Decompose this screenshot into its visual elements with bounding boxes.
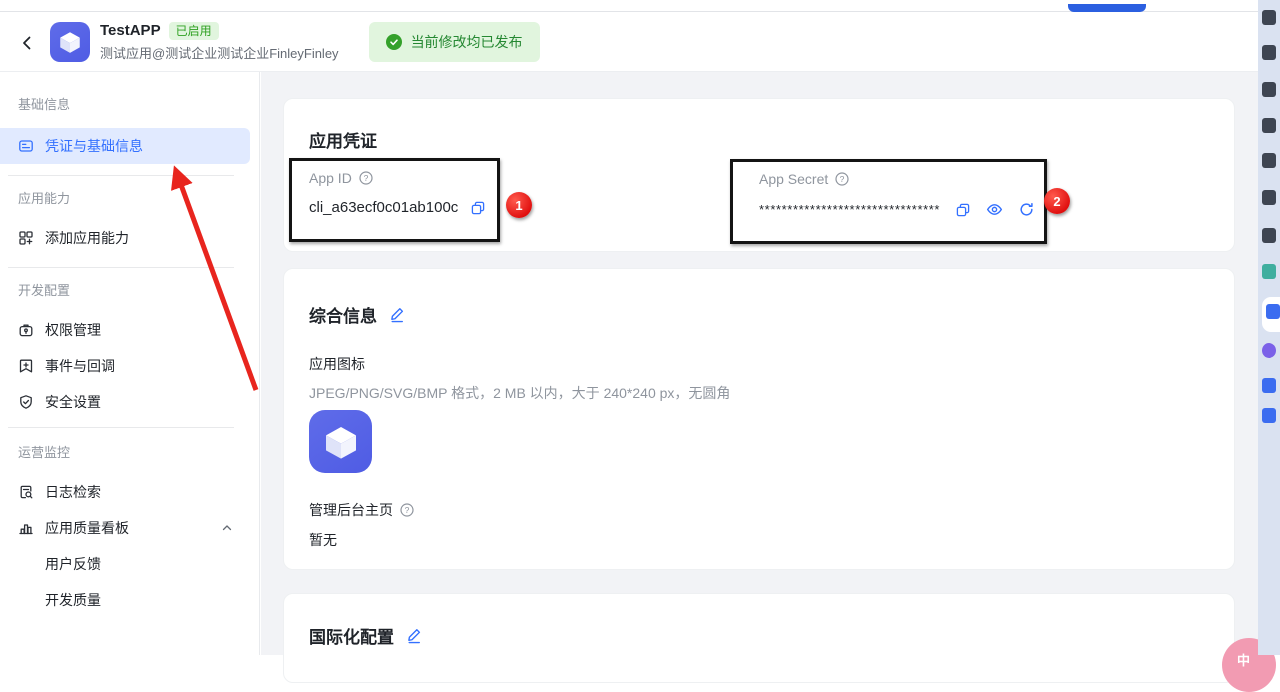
help-circle-icon[interactable]: ? [834,171,850,187]
check-circle-icon [386,34,402,50]
general-card-title: 综合信息 [309,302,377,327]
bar-chart-icon [18,520,34,536]
sidebar-item-permissions[interactable]: 权限管理 [0,312,259,348]
status-badge: 已启用 [169,22,219,40]
app-id-value: cli_a63ecf0c01ab100c [309,199,458,216]
admin-home-label: 管理后台主页 [309,500,393,520]
browser-top-strip [0,0,1280,12]
dock-icon[interactable] [1262,190,1276,205]
dock-icon[interactable] [1262,10,1276,25]
dock-icon[interactable] [1262,82,1276,97]
sidebar-item-label: 用户反馈 [45,554,101,574]
sidebar-item-log-search[interactable]: 日志检索 [0,474,259,510]
admin-home-value: 暂无 [309,530,337,550]
sidebar-group-dev-config: 开发配置 [0,282,259,300]
sidebar-item-label: 开发质量 [45,590,101,610]
dock-icon[interactable] [1262,228,1276,243]
sidebar-item-label: 添加应用能力 [45,228,129,248]
general-info-card: 综合信息 应用图标 JPEG/PNG/SVG/BMP 格式，2 MB 以内，大于… [283,268,1235,570]
app-icon-hint: JPEG/PNG/SVG/BMP 格式，2 MB 以内，大于 240*240 p… [309,383,730,403]
app-icon-label: 应用图标 [309,354,365,374]
app-avatar [50,22,90,62]
sidebar-item-label: 应用质量看板 [45,518,129,538]
dock-icon[interactable] [1262,118,1276,133]
translate-fab-label: 中 [1237,650,1250,669]
copy-icon[interactable] [955,202,971,218]
sidebar-group-ops-monitor: 运营监控 [0,444,259,462]
app-header: TestAPP 已启用 测试应用@测试企业测试企业FinleyFinley 当前… [0,12,1280,72]
partial-primary-button[interactable] [1068,4,1146,12]
apps-add-icon [18,230,34,246]
refresh-icon[interactable] [1018,201,1035,218]
publish-status-banner: 当前修改均已发布 [369,22,540,62]
sidebar-item-label: 安全设置 [45,392,101,412]
sidebar-group-capabilities: 应用能力 [0,190,259,208]
app-secret-block: App Secret ? ***************************… [759,171,1035,218]
app-subtitle: 测试应用@测试企业测试企业FinleyFinley [100,43,339,62]
svg-text:?: ? [405,505,410,515]
credentials-card-title: 应用凭证 [309,127,377,152]
app-title: TestAPP [100,22,161,39]
id-card-icon [18,138,34,154]
dock-icon[interactable] [1262,45,1276,60]
dock-icon[interactable] [1262,264,1276,279]
sidebar-item-events[interactable]: 事件与回调 [0,348,259,384]
sidebar-item-dev-quality[interactable]: 开发质量 [0,582,259,618]
bookmark-plus-icon [18,358,34,374]
dock-icon[interactable] [1262,408,1276,423]
shield-check-icon [18,394,34,410]
app-id-label: App ID [309,170,352,186]
app-secret-value: ******************************** [759,202,940,217]
app-secret-label: App Secret [759,171,828,187]
dock-icon[interactable] [1262,153,1276,168]
right-dock-strip [1258,0,1280,655]
svg-text:?: ? [840,174,845,184]
sidebar-item-credentials[interactable]: 凭证与基础信息 [0,128,250,164]
sidebar-item-label: 日志检索 [45,482,101,502]
lock-box-icon [18,322,34,338]
help-circle-icon[interactable]: ? [358,170,374,186]
sidebar-item-security[interactable]: 安全设置 [0,384,259,420]
dock-icon[interactable] [1262,343,1276,358]
sidebar-item-add-capability[interactable]: 添加应用能力 [0,220,259,256]
eye-icon[interactable] [986,201,1003,218]
app-icon-preview[interactable] [309,410,372,473]
edit-pencil-icon[interactable] [389,306,406,323]
back-chevron-icon [19,34,35,50]
back-button[interactable] [12,27,42,57]
sidebar-divider [8,267,234,268]
sidebar-item-quality-dashboard[interactable]: 应用质量看板 [0,510,259,546]
copy-icon[interactable] [470,200,486,216]
publish-status-text: 当前修改均已发布 [411,32,523,52]
dock-icon[interactable] [1266,304,1280,319]
sidebar-item-label: 凭证与基础信息 [45,136,143,156]
app-id-block: App ID ? cli_a63ecf0c01ab100c [309,170,486,216]
sidebar-item-label: 事件与回调 [45,356,115,376]
annotation-badge-2: 2 [1044,188,1070,214]
chevron-up-icon[interactable] [221,522,233,534]
help-circle-icon[interactable]: ? [399,502,415,518]
sidebar-item-label: 权限管理 [45,320,101,340]
sidebar-item-user-feedback[interactable]: 用户反馈 [0,546,259,582]
sidebar-divider [8,427,234,428]
annotation-badge-1: 1 [506,192,532,218]
sidebar-divider [8,175,234,176]
svg-text:?: ? [363,173,368,183]
cube-icon [321,422,361,462]
dock-icon[interactable] [1262,378,1276,393]
cube-icon [57,29,83,55]
i18n-card-title: 国际化配置 [309,623,394,648]
sidebar-group-basic-info: 基础信息 [0,96,259,114]
sidebar: 基础信息 凭证与基础信息 应用能力 添加应用能力 开发配置 权限管理 事件与回调… [0,72,260,655]
credentials-card: 应用凭证 App ID ? cli_a63ecf0c01ab100c App S… [283,98,1235,252]
document-search-icon [18,484,34,500]
edit-pencil-icon[interactable] [406,627,423,644]
i18n-card: 国际化配置 [283,593,1235,683]
